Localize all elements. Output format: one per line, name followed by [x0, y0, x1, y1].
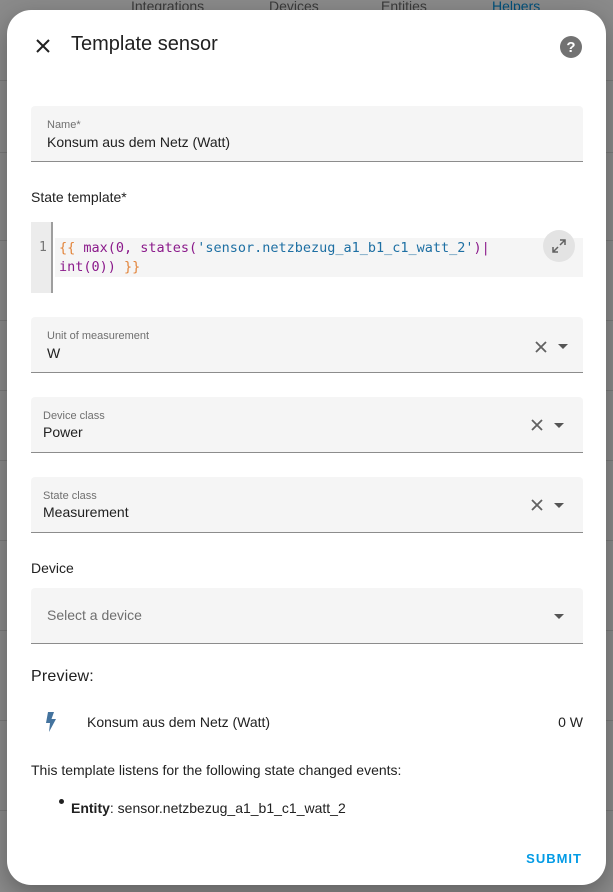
name-field-label: Name* — [47, 119, 81, 131]
editor-gutter: 1 — [31, 222, 53, 293]
entity-label: Entity — [71, 800, 110, 816]
flash-icon — [46, 712, 56, 732]
code-token: int(0)) — [59, 259, 125, 275]
code-token: {{ — [59, 240, 84, 256]
listen-description: This template listens for the following … — [31, 762, 402, 778]
entity-id: : sensor.netzbezug_a1_b1_c1_watt_2 — [109, 800, 346, 816]
submit-button[interactable]: SUBMIT — [526, 851, 582, 866]
preview-title: Preview: — [31, 668, 94, 685]
chevron-down-icon[interactable] — [554, 423, 564, 428]
clear-icon[interactable] — [534, 340, 548, 354]
unit-of-measurement-value: W — [47, 345, 61, 361]
code-token: max(0, states( — [83, 240, 198, 256]
bullet-icon — [59, 799, 64, 804]
device-class-value: Power — [43, 424, 83, 440]
device-picker-placeholder: Select a device — [47, 607, 142, 623]
code-token: }} — [124, 259, 141, 275]
state-class-select[interactable]: State class Measurement — [31, 477, 583, 533]
expand-editor-button[interactable] — [543, 230, 575, 262]
close-icon — [36, 39, 50, 53]
code-token: 'sensor.netzbezug_a1_b1_c1_watt_2' — [197, 240, 474, 256]
preview-entity-value: 0 W — [558, 714, 583, 730]
name-field[interactable]: Name* Konsum aus dem Netz (Watt) — [31, 106, 583, 162]
template-sensor-dialog: Template sensor ? Name* Konsum aus dem N… — [7, 10, 606, 885]
device-picker[interactable]: Select a device — [31, 588, 583, 644]
device-section-label: Device — [31, 560, 74, 576]
listened-entity: Entity: sensor.netzbezug_a1_b1_c1_watt_2 — [71, 800, 346, 816]
template-code[interactable]: {{ max(0, states('sensor.netzbezug_a1_b1… — [59, 239, 529, 277]
unit-of-measurement-select[interactable]: Unit of measurement W — [31, 317, 583, 373]
close-button[interactable] — [29, 32, 57, 60]
help-circle-icon: ? — [566, 38, 576, 56]
preview-entity-row[interactable]: Konsum aus dem Netz (Watt) 0 W — [31, 707, 583, 737]
dialog-header: Template sensor ? — [7, 10, 606, 80]
expand-icon — [552, 239, 566, 253]
device-class-select[interactable]: Device class Power — [31, 397, 583, 453]
clear-icon[interactable] — [530, 418, 544, 432]
preview-entity-name: Konsum aus dem Netz (Watt) — [87, 714, 271, 730]
dialog-title: Template sensor — [71, 33, 218, 55]
state-class-value: Measurement — [43, 504, 129, 520]
chevron-down-icon[interactable] — [554, 614, 564, 619]
unit-of-measurement-label: Unit of measurement — [47, 330, 150, 342]
line-number: 1 — [39, 240, 47, 255]
help-button[interactable]: ? — [560, 36, 582, 58]
device-class-label: Device class — [43, 410, 105, 422]
state-class-label: State class — [43, 490, 97, 502]
state-template-editor[interactable]: 1 {{ max(0, states('sensor.netzbezug_a1_… — [31, 222, 583, 293]
chevron-down-icon[interactable] — [558, 344, 568, 349]
clear-icon[interactable] — [530, 498, 544, 512]
name-field-value[interactable]: Konsum aus dem Netz (Watt) — [47, 134, 230, 150]
state-template-label: State template* — [31, 189, 127, 205]
chevron-down-icon[interactable] — [554, 503, 564, 508]
code-token: )| — [473, 240, 490, 256]
